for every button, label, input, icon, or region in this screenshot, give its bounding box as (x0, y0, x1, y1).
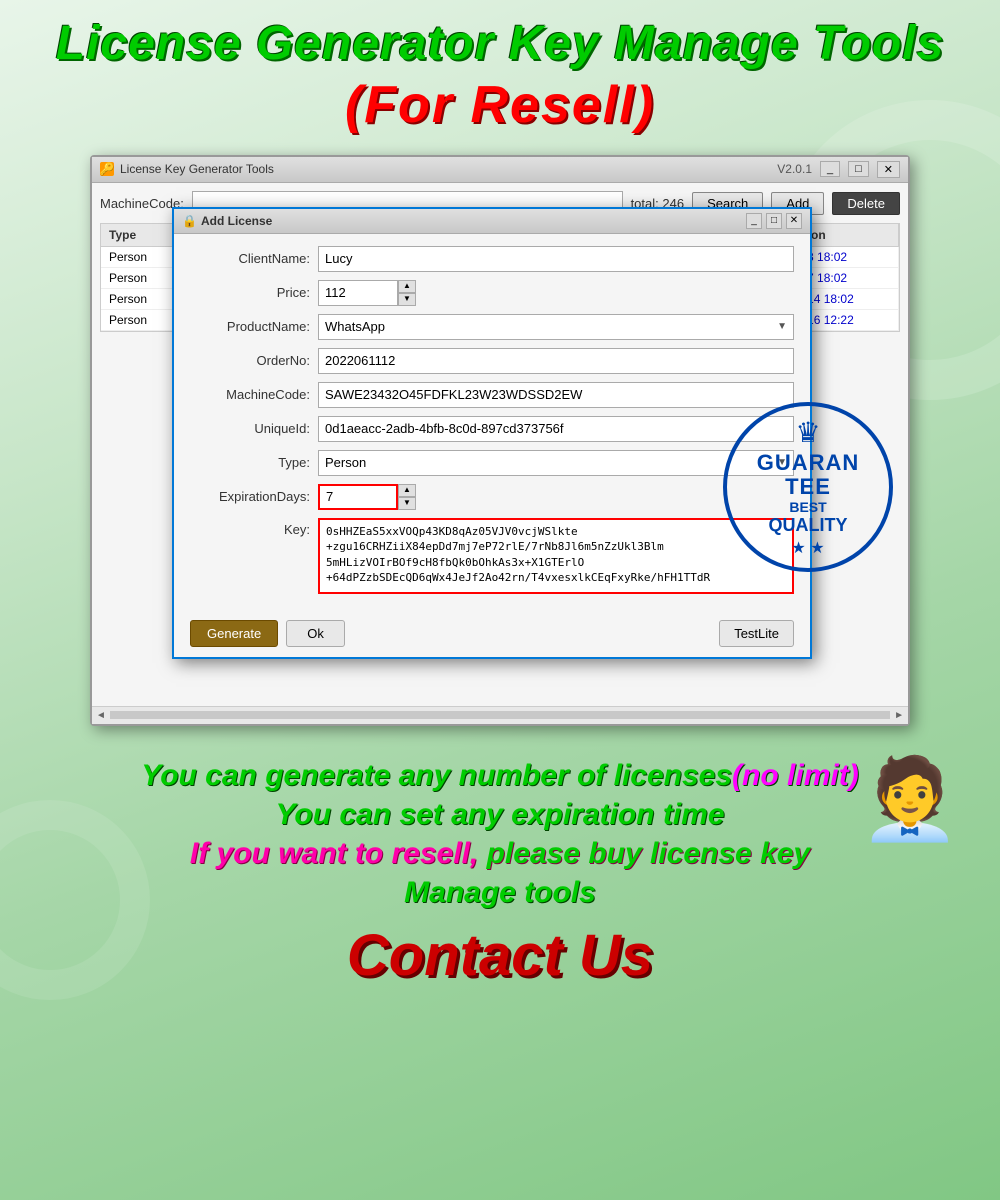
close-button[interactable]: ✕ (877, 161, 900, 178)
title-bar-left: 🔑 License Key Generator Tools (100, 162, 274, 176)
testlite-button[interactable]: TestLite (719, 620, 794, 647)
contact-us: Contact Us (30, 922, 970, 989)
expiration-spin-up[interactable]: ▲ (398, 484, 416, 497)
unique-id-row: UniqueId: (190, 416, 794, 442)
app-icon: 🔑 (100, 162, 114, 176)
price-spin-controls: ▲ ▼ (398, 280, 416, 306)
expiration-spin-controls: ▲ ▼ (398, 484, 416, 510)
key-label: Key: (190, 518, 310, 537)
order-no-input[interactable] (318, 348, 794, 374)
price-spin-down[interactable]: ▼ (398, 293, 416, 306)
type-label: Type: (190, 455, 310, 470)
main-title: License Generator Key Manage Tools (20, 18, 980, 71)
machine-code-modal-label: MachineCode: (190, 387, 310, 402)
key-row: Key: 0sHHZEaS5xxVOQp43KD8qAz05VJV0vcjWSl… (190, 518, 794, 594)
price-spin-up[interactable]: ▲ (398, 280, 416, 293)
minimize-button[interactable]: _ (820, 161, 840, 177)
expiration-days-label: ExpirationDays: (190, 489, 310, 504)
price-row: Price: ▲ ▼ (190, 280, 794, 306)
modal-title: 🔒 Add License (182, 214, 272, 228)
character-figure: 🧑‍💼 (860, 759, 960, 959)
product-name-select[interactable]: WhatsApp ▼ (318, 314, 794, 340)
type-row: Type: Person ▼ (190, 450, 794, 476)
client-name-input[interactable] (318, 246, 794, 272)
stamp-guarantee-text2: TEE (785, 475, 831, 499)
window-title: License Key Generator Tools (120, 162, 274, 176)
guarantee-stamp: ♛ GUARAN TEE BEST QUALITY ★ ★ (718, 397, 898, 577)
main-subtitle: (For Resell) (20, 75, 980, 135)
app-window: 🔑 License Key Generator Tools V2.0.1 _ □… (90, 155, 910, 726)
row-type: Person (101, 268, 181, 288)
price-label: Price: (190, 285, 310, 300)
bottom-text-1: You can generate any number of licenses(… (30, 756, 970, 795)
modal-title-bar: 🔒 Add License _ □ ✕ (174, 209, 810, 234)
stamp-best: BEST (789, 499, 826, 515)
title-bar: 🔑 License Key Generator Tools V2.0.1 _ □… (92, 157, 908, 183)
generate-button[interactable]: Generate (190, 620, 278, 647)
order-no-label: OrderNo: (190, 353, 310, 368)
row-type: Person (101, 310, 181, 330)
client-name-label: ClientName: (190, 251, 310, 266)
expiration-days-row: ExpirationDays: ▲ ▼ (190, 484, 794, 510)
version-label: V2.0.1 (777, 162, 812, 176)
modal-close-button[interactable]: ✕ (786, 213, 802, 229)
stamp-crown: ♛ (795, 416, 820, 449)
ok-button[interactable]: Ok (286, 620, 345, 647)
maximize-button[interactable]: □ (848, 161, 869, 177)
title-bar-right: V2.0.1 _ □ ✕ (777, 161, 900, 178)
type-value: Person (325, 455, 366, 470)
bottom-text-3: If you want to resell, please buy licens… (30, 834, 970, 873)
order-no-row: OrderNo: (190, 348, 794, 374)
row-type: Person (101, 289, 181, 309)
expiration-days-input[interactable] (318, 484, 398, 510)
product-name-label: ProductName: (190, 319, 310, 334)
modal-minimize-button[interactable]: _ (746, 213, 762, 229)
stamp-quality: QUALITY (769, 515, 848, 536)
stamp-stars: ★ ★ (791, 538, 824, 558)
expiration-spin-down[interactable]: ▼ (398, 497, 416, 510)
row-type: Person (101, 247, 181, 267)
expiration-days-spinner: ▲ ▼ (318, 484, 416, 510)
product-name-row: ProductName: WhatsApp ▼ (190, 314, 794, 340)
modal-footer: Generate Ok TestLite (174, 614, 810, 657)
product-name-arrow: ▼ (777, 321, 787, 332)
price-spinner: ▲ ▼ (318, 280, 416, 306)
product-name-value: WhatsApp (325, 319, 385, 334)
stamp-guarantee-text1: GUARAN (757, 451, 860, 475)
bottom-text-2: You can set any expiration time (30, 795, 970, 834)
delete-button[interactable]: Delete (832, 192, 900, 215)
modal-controls: _ □ ✕ (746, 213, 802, 229)
client-name-row: ClientName: (190, 246, 794, 272)
scrollbar-area[interactable]: ◄ ► (92, 706, 908, 724)
modal-body: ClientName: Price: ▲ ▼ P (174, 234, 810, 614)
unique-id-label: UniqueId: (190, 421, 310, 436)
bottom-text-4: Manage tools (30, 873, 970, 912)
add-license-modal: 🔒 Add License _ □ ✕ ClientName: (172, 207, 812, 659)
bottom-section: You can generate any number of licenses(… (0, 736, 1000, 999)
col-header-type: Type (101, 224, 181, 246)
machine-code-modal-row: MachineCode: (190, 382, 794, 408)
stamp-circle: ♛ GUARAN TEE BEST QUALITY ★ ★ (723, 402, 893, 572)
modal-maximize-button[interactable]: □ (766, 213, 782, 229)
price-input[interactable] (318, 280, 398, 306)
